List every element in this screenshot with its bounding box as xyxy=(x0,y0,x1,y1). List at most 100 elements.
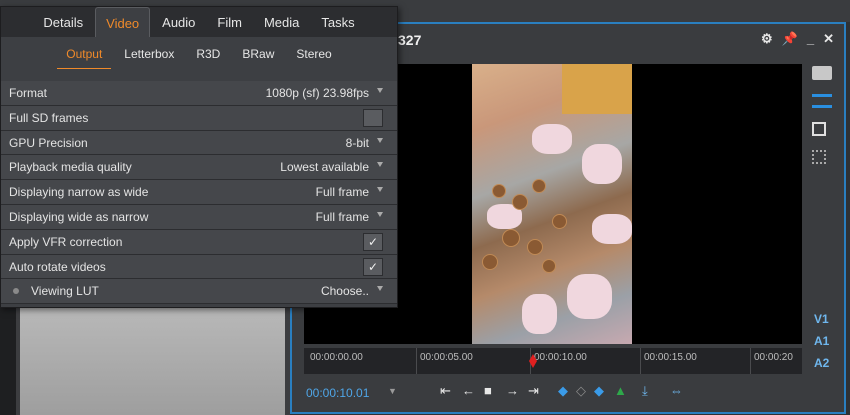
row-label: Apply VFR correction xyxy=(9,234,123,249)
clip-settings-panel: Details Video Audio Film Media Tasks Out… xyxy=(0,6,398,308)
transport-bar: 00:00:10.01 ▼ ⇤ ← ■ → ⇥ ◆ ◇ ◆ ▲ ⤓ ⇔ xyxy=(292,380,844,408)
subtab-letterbox[interactable]: Letterbox xyxy=(115,39,183,69)
stop-icon[interactable]: ■ xyxy=(484,383,492,398)
tab-tasks[interactable]: Tasks xyxy=(311,7,364,37)
video-detail xyxy=(542,259,556,273)
insert-icon[interactable]: ⤓ xyxy=(642,383,648,399)
video-detail xyxy=(512,194,528,210)
track-a1[interactable]: A1 xyxy=(814,334,829,348)
narrow-as-wide-select[interactable]: Full frame xyxy=(316,185,369,199)
format-select[interactable]: 1080p (sf) 23.98fps xyxy=(266,86,369,100)
row-label: Auto rotate videos xyxy=(9,259,106,274)
tab-video[interactable]: Video xyxy=(95,7,151,37)
mark-in-icon[interactable]: ◆ xyxy=(558,383,568,399)
auto-rotate-checkbox[interactable]: ✓ xyxy=(363,257,383,276)
go-to-start-icon[interactable]: ⇤ xyxy=(440,383,451,399)
video-detail xyxy=(527,239,543,255)
go-to-end-icon[interactable]: ⇥ xyxy=(528,383,539,399)
mark-out-icon[interactable]: ◆ xyxy=(594,383,604,399)
track-a2[interactable]: A2 xyxy=(814,356,829,370)
timeline-tickline xyxy=(416,348,417,374)
folder-icon[interactable] xyxy=(812,66,832,80)
subtab-output[interactable]: Output xyxy=(57,39,112,69)
timeline-tickline xyxy=(640,348,641,374)
tab-details[interactable]: Details xyxy=(33,7,93,37)
pop-out-icon[interactable] xyxy=(812,150,826,164)
full-sd-frames-checkbox[interactable] xyxy=(363,108,383,127)
subtab-r3d[interactable]: R3D xyxy=(187,39,229,69)
clear-mark-icon[interactable]: ◇ xyxy=(576,383,586,399)
viewer-header-icons: ⚙ 📌 _ ✕ xyxy=(761,31,834,47)
settings-rows: Format 1080p (sf) 23.98fps Full SD frame… xyxy=(1,81,397,305)
chevron-down-icon[interactable] xyxy=(377,88,383,93)
video-detail xyxy=(482,254,498,270)
lut-indicator-icon[interactable] xyxy=(13,288,19,295)
track-v1[interactable]: V1 xyxy=(814,312,829,326)
chevron-down-icon[interactable] xyxy=(377,187,383,193)
timecode-dropdown-icon[interactable]: ▼ xyxy=(388,386,397,396)
tab-film[interactable]: Film xyxy=(207,7,252,37)
chevron-down-icon[interactable] xyxy=(377,286,383,292)
video-detail xyxy=(552,214,567,229)
timeline-tick: 00:00:05.00 xyxy=(420,352,473,363)
chevron-down-icon[interactable] xyxy=(377,137,383,143)
row-viewing-lut[interactable]: Viewing LUT Choose.. xyxy=(1,279,397,305)
current-timecode[interactable]: 00:00:10.01 xyxy=(306,386,369,400)
gpu-precision-select[interactable]: 8-bit xyxy=(346,136,369,150)
timeline-tick: 00:00:15.00 xyxy=(644,352,697,363)
timeline-tick: 00:00:20 xyxy=(754,352,793,363)
timeline-tick: 00:00:00.00 xyxy=(310,352,363,363)
marker-icon[interactable]: ▲ xyxy=(614,383,627,398)
subtab-braw[interactable]: BRaw xyxy=(233,39,283,69)
viewer-side-icons xyxy=(812,66,836,178)
viewing-lut-select[interactable]: Choose.. xyxy=(321,284,369,298)
timeline-tick: 00:00:10.00 xyxy=(534,352,587,363)
row-label: Playback media quality xyxy=(9,160,132,175)
track-labels: V1 A1 A2 xyxy=(814,312,829,370)
video-detail xyxy=(502,229,520,247)
video-detail xyxy=(562,64,632,114)
background-window xyxy=(20,305,285,415)
viewer-title: 327 xyxy=(398,32,422,48)
chevron-down-icon[interactable] xyxy=(377,211,383,217)
row-narrow-as-wide[interactable]: Displaying narrow as wide Full frame xyxy=(1,180,397,205)
vfr-correction-checkbox[interactable]: ✓ xyxy=(363,232,383,251)
video-detail xyxy=(592,214,632,244)
gear-icon[interactable]: ⚙ xyxy=(761,31,773,47)
overwrite-icon[interactable]: ⇔ xyxy=(670,383,683,398)
pin-icon[interactable]: 📌 xyxy=(782,31,798,47)
subtab-stereo[interactable]: Stereo xyxy=(287,39,340,69)
settings-tabs: Details Video Audio Film Media Tasks xyxy=(1,7,397,37)
layout-icon[interactable] xyxy=(812,94,832,108)
close-icon[interactable]: ✕ xyxy=(823,31,834,47)
row-label: Full SD frames xyxy=(9,110,89,125)
step-back-icon[interactable]: ← xyxy=(462,383,475,398)
row-playback-quality[interactable]: Playback media quality Lowest available xyxy=(1,155,397,181)
timeline-ruler[interactable]: 00:00:00.00 00:00:05.00 00:00:10.00 00:0… xyxy=(304,348,802,374)
playback-quality-select[interactable]: Lowest available xyxy=(280,160,369,174)
row-label: Viewing LUT xyxy=(31,284,99,299)
fullscreen-icon[interactable] xyxy=(812,122,826,136)
step-forward-icon[interactable]: → xyxy=(506,383,519,398)
row-vfr-correction[interactable]: Apply VFR correction ✓ xyxy=(1,229,397,255)
row-full-sd-frames[interactable]: Full SD frames xyxy=(1,105,397,131)
row-label: Format xyxy=(9,86,48,100)
row-format[interactable]: Format 1080p (sf) 23.98fps xyxy=(1,81,397,106)
chevron-down-icon[interactable] xyxy=(377,162,383,168)
wide-as-narrow-select[interactable]: Full frame xyxy=(316,210,369,224)
video-detail xyxy=(567,274,612,319)
tab-media[interactable]: Media xyxy=(254,7,309,37)
video-detail xyxy=(492,184,506,198)
timeline-tickline xyxy=(750,348,751,374)
minimize-icon[interactable]: _ xyxy=(807,31,814,47)
row-auto-rotate[interactable]: Auto rotate videos ✓ xyxy=(1,254,397,280)
row-label: GPU Precision xyxy=(9,135,88,150)
playhead-marker[interactable] xyxy=(529,354,537,368)
video-detail xyxy=(522,294,557,334)
row-gpu-precision[interactable]: GPU Precision 8-bit xyxy=(1,130,397,156)
video-detail xyxy=(582,144,622,184)
row-wide-as-narrow[interactable]: Displaying wide as narrow Full frame xyxy=(1,204,397,230)
tab-audio[interactable]: Audio xyxy=(152,7,205,37)
background-edge xyxy=(0,305,16,415)
row-label: Displaying narrow as wide xyxy=(9,185,149,200)
